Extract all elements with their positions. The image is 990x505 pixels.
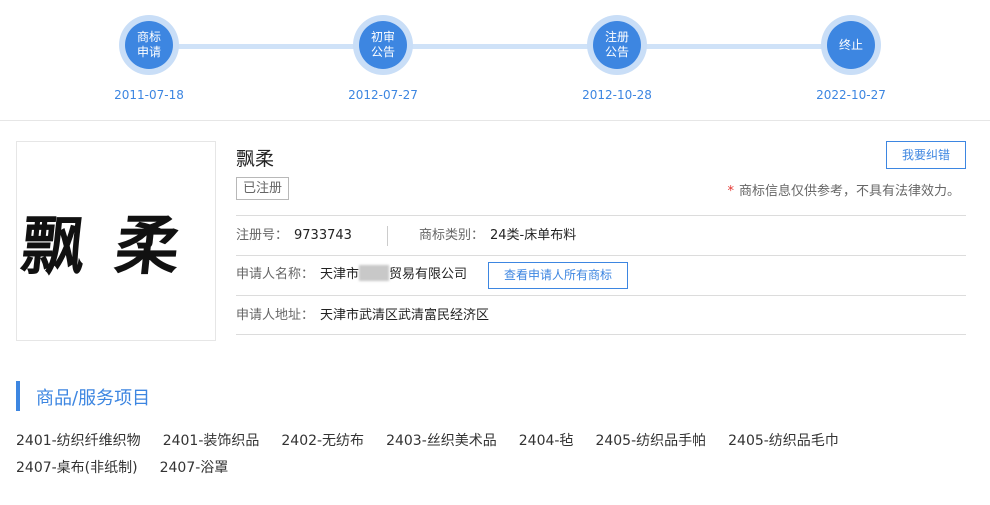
redacted-mask xyxy=(359,265,390,281)
report-error-button[interactable]: 我要纠错 xyxy=(886,141,966,169)
applicant-address-value: 天津市武清区武清富民经济区 xyxy=(320,308,490,323)
trademark-name: 飘柔 xyxy=(236,148,275,170)
goods-item: 2407-浴罩 xyxy=(159,460,229,476)
timeline-date: 2011-07-18 xyxy=(114,88,184,102)
registration-number-value: 9733743 xyxy=(294,228,352,243)
divider xyxy=(236,295,966,296)
goods-item: 2405-纺织品手帕 xyxy=(595,433,707,449)
timeline-node: 商标申请 xyxy=(125,21,173,69)
disclaimer-note: * 商标信息仅供参考，不具有法律效力。 xyxy=(727,180,960,199)
disclaimer-text: 商标信息仅供参考，不具有法律效力。 xyxy=(738,184,960,199)
timeline-node: 注册公告 xyxy=(593,21,641,69)
status-timeline: 商标申请 2011-07-18 初审公告 2012-07-27 注册公告 201… xyxy=(0,0,990,121)
required-star: * xyxy=(727,184,734,199)
divider xyxy=(236,215,966,216)
divider xyxy=(236,255,966,256)
trademark-logo-text: 飘柔 xyxy=(17,209,214,284)
status-badge: 已注册 xyxy=(236,177,290,200)
trademark-image: 飘柔 xyxy=(16,141,216,341)
applicant-name-label: 申请人名称： xyxy=(236,267,315,282)
timeline-step-registration-announcement: 注册公告 2012-10-28 xyxy=(556,0,676,121)
timeline-date: 2012-10-28 xyxy=(582,88,652,102)
trademark-detail-page: 商标申请 2011-07-18 初审公告 2012-07-27 注册公告 201… xyxy=(0,0,990,505)
registration-number-label: 注册号： xyxy=(236,228,289,243)
applicant-name-prefix: 天津市 xyxy=(320,267,360,282)
goods-item: 2407-桌布(非纸制) xyxy=(16,460,138,476)
timeline-step-application: 商标申请 2011-07-18 xyxy=(88,0,208,121)
goods-item: 2402-无纺布 xyxy=(281,433,365,449)
field-separator xyxy=(387,226,388,246)
applicant-name-value: 天津市 贸易有限公司 xyxy=(320,265,468,282)
applicant-address-label: 申请人地址： xyxy=(236,308,315,323)
goods-item: 2403-丝织美术品 xyxy=(386,433,497,449)
goods-services-list: 2401-纺织纤维织物 2401-装饰织品 2402-无纺布 2403-丝织美术… xyxy=(16,432,946,478)
timeline-date: 2012-07-27 xyxy=(348,88,418,102)
divider xyxy=(236,334,966,335)
applicant-address-row: 申请人地址： 天津市武清区武清富民经济区 xyxy=(236,305,489,327)
trademark-class-label: 商标类别： xyxy=(419,228,485,243)
timeline-step-terminated: 终止 2022-10-27 xyxy=(790,0,910,121)
timeline-step-preliminary-announcement: 初审公告 2012-07-27 xyxy=(322,0,442,121)
section-accent-bar xyxy=(16,381,20,411)
goods-item: 2401-装饰织品 xyxy=(162,433,260,449)
applicant-name-suffix: 贸易有限公司 xyxy=(389,267,468,282)
section-title: 商品/服务项目 xyxy=(36,388,151,409)
view-applicant-trademarks-button[interactable]: 查看申请人所有商标 xyxy=(488,262,628,289)
timeline-date: 2022-10-27 xyxy=(816,88,886,102)
goods-item: 2404-毡 xyxy=(518,433,574,449)
registration-number-row: 注册号： 9733743 xyxy=(236,225,352,247)
goods-item: 2401-纺织纤维织物 xyxy=(16,433,141,449)
trademark-class-row: 商标类别： 24类-床单布料 xyxy=(419,225,576,247)
timeline-node: 初审公告 xyxy=(359,21,407,69)
goods-item: 2405-纺织品毛巾 xyxy=(728,433,839,449)
timeline-node: 终止 xyxy=(827,21,875,69)
trademark-class-value: 24类-床单布料 xyxy=(490,228,577,243)
applicant-name-row: 申请人名称： 天津市 贸易有限公司 xyxy=(236,264,467,286)
timeline-track xyxy=(148,44,852,49)
